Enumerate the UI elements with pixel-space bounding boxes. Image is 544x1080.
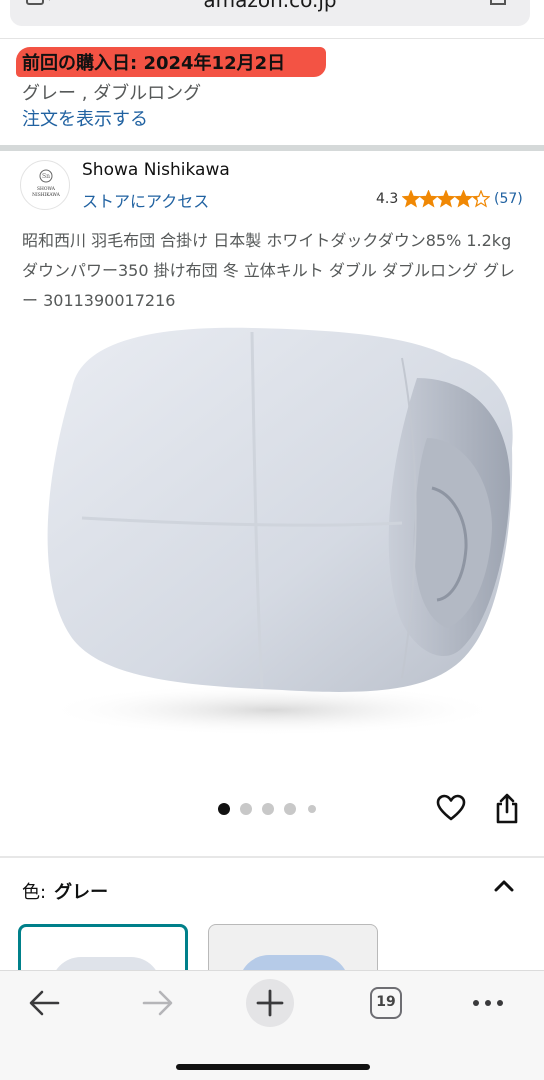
tabs-icon: 19 (370, 987, 402, 1019)
url-bar[interactable]: amazon.co.jp (10, 0, 530, 26)
url-text[interactable]: amazon.co.jp (10, 0, 530, 22)
logo-icon: Sn SHOWA NISHIKAWA (32, 169, 61, 198)
last-purchase-date: 前回の購入日: 2024年12月2日 (22, 53, 286, 74)
color-selector-header[interactable]: 色: グレー (22, 878, 108, 904)
star-icon (402, 190, 421, 208)
share-icon[interactable] (488, 0, 508, 8)
visit-store-link[interactable]: ストアにアクセス (82, 188, 209, 212)
more-icon[interactable] (466, 983, 510, 1023)
purchased-variant: グレー , ダブルロング (22, 83, 202, 104)
rating-value[interactable]: 4.3 (376, 191, 398, 207)
view-order-link[interactable]: 注文を表示する (22, 105, 148, 131)
star-icon (436, 190, 456, 208)
store-logo[interactable]: Sn SHOWA NISHIKAWA (20, 160, 70, 210)
tabs-button[interactable]: 19 (366, 983, 410, 1023)
rating-count[interactable]: (57) (494, 191, 523, 207)
back-arrow-icon[interactable] (22, 983, 66, 1023)
chevron-up-icon[interactable] (492, 876, 516, 894)
carousel-dot[interactable] (284, 803, 296, 815)
svg-text:SHOWA: SHOWA (37, 187, 56, 192)
svg-text:NISHIKAWA: NISHIKAWA (32, 193, 61, 198)
home-indicator (176, 1064, 370, 1070)
forward-arrow-icon[interactable] (136, 983, 180, 1023)
color-label: 色: (22, 882, 47, 903)
svg-text:Sn: Sn (42, 173, 50, 180)
carousel-dot[interactable] (240, 803, 252, 815)
product-image[interactable] (22, 318, 522, 738)
browser-url-bar-area: amazon.co.jp (0, 0, 544, 38)
plus-icon (256, 989, 284, 1017)
carousel-dot[interactable] (218, 803, 230, 815)
section-divider (0, 856, 544, 858)
star-rating[interactable] (402, 190, 490, 208)
section-divider (0, 145, 544, 151)
brand-name[interactable]: Showa Nishikawa (82, 160, 230, 180)
carousel-dot[interactable] (308, 805, 316, 813)
share-icon[interactable] (494, 792, 520, 824)
star-icon (453, 190, 474, 208)
star-icon (418, 190, 439, 208)
purchase-history-section: 前回の購入日: 2024年12月2日 グレー , ダブルロング 注文を表示する (0, 38, 544, 146)
selected-color: グレー (54, 882, 109, 903)
star-icon (471, 190, 490, 208)
carousel-dot[interactable] (262, 803, 274, 815)
product-title: 昭和西川 羽毛布団 合掛け 日本製 ホワイトダックダウン85% 1.2kg ダウ… (22, 231, 516, 310)
new-tab-button[interactable] (246, 979, 294, 1027)
heart-icon[interactable] (436, 794, 466, 822)
